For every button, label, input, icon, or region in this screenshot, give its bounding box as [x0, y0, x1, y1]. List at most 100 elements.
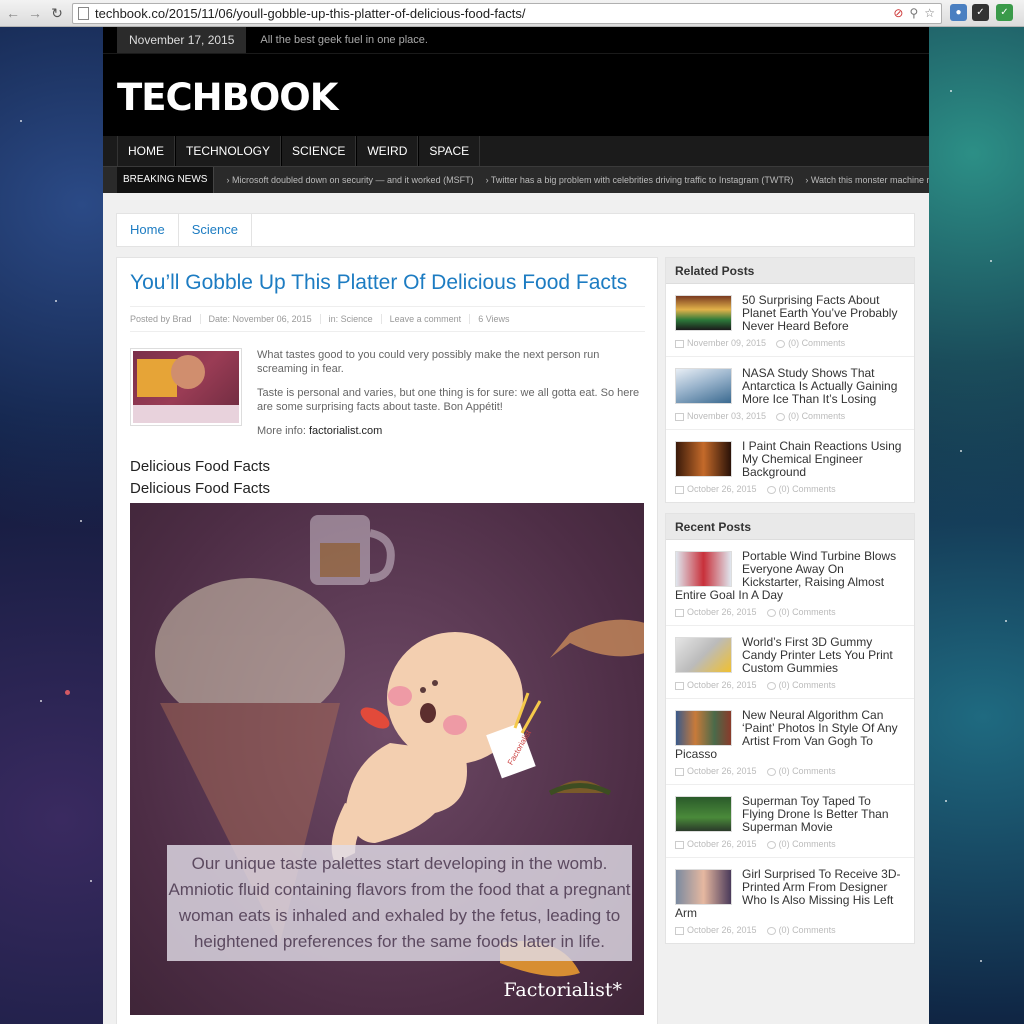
- extension-icon[interactable]: ✓: [972, 4, 989, 21]
- main-navigation: HOME TECHNOLOGY SCIENCE WEIRD SPACE: [103, 136, 929, 166]
- address-bar[interactable]: ⊘ ⚲ ☆: [72, 3, 942, 24]
- breadcrumb-science[interactable]: Science: [179, 214, 252, 246]
- shield-icon[interactable]: ✓: [996, 4, 1013, 21]
- bookmark-star-icon[interactable]: ☆: [924, 6, 935, 20]
- post-meta: October 26, 2015 (0) Comments: [675, 761, 905, 776]
- browser-toolbar: ← → ↻ ⊘ ⚲ ☆ ● ✓ ✓: [0, 0, 1024, 27]
- nav-science[interactable]: SCIENCE: [281, 136, 357, 166]
- infographic-image: Factorialist Our unique taste palettes s…: [130, 503, 644, 1015]
- list-item[interactable]: I Paint Chain Reactions Using My Chemica…: [666, 430, 914, 502]
- fish-icon: [550, 619, 644, 658]
- nav-home[interactable]: HOME: [117, 136, 175, 166]
- post-comments[interactable]: (0) Comments: [779, 680, 836, 690]
- post-thumbnail[interactable]: [675, 637, 732, 673]
- extension-icon[interactable]: ●: [950, 4, 967, 21]
- calendar-icon: [675, 339, 684, 348]
- comment-icon: [766, 840, 776, 849]
- post-comments[interactable]: (0) Comments: [779, 766, 836, 776]
- post-meta: October 26, 2015 (0) Comments: [675, 920, 905, 935]
- widget-heading: Related Posts: [666, 258, 914, 284]
- post-thumbnail[interactable]: [675, 441, 732, 477]
- post-thumbnail[interactable]: [675, 551, 732, 587]
- current-date: November 17, 2015: [117, 27, 247, 53]
- list-item[interactable]: Portable Wind Turbine Blows Everyone Awa…: [666, 540, 914, 626]
- nav-space[interactable]: SPACE: [418, 136, 481, 166]
- baby-illustration: Factorialist: [331, 632, 542, 863]
- post-thumbnail[interactable]: [675, 368, 732, 404]
- comment-icon: [766, 767, 776, 776]
- forward-icon[interactable]: →: [26, 4, 44, 22]
- post-thumbnail[interactable]: [675, 796, 732, 832]
- article-meta: Posted by Brad Date: November 06, 2015 i…: [130, 306, 645, 332]
- ticker-item[interactable]: › Twitter has a big problem with celebri…: [486, 175, 794, 185]
- intro-paragraph: Taste is personal and varies, but one th…: [257, 387, 640, 413]
- section-heading: Delicious Food Facts: [130, 458, 271, 475]
- post-comments[interactable]: (0) Comments: [779, 839, 836, 849]
- meta-date: Date: November 06, 2015: [201, 314, 321, 324]
- post-comments[interactable]: (0) Comments: [788, 338, 845, 348]
- sidebar: Related Posts 50 Surprising Facts About …: [665, 257, 915, 954]
- blocked-icon[interactable]: ⊘: [893, 6, 903, 20]
- widget-heading: Recent Posts: [666, 514, 914, 540]
- more-info-link[interactable]: factorialist.com: [309, 425, 382, 437]
- reload-icon[interactable]: ↻: [48, 4, 66, 22]
- article-thumbnail[interactable]: [130, 348, 242, 426]
- nav-technology[interactable]: TECHNOLOGY: [175, 136, 282, 166]
- post-comments[interactable]: (0) Comments: [779, 925, 836, 935]
- comment-icon: [766, 485, 776, 494]
- post-meta: November 03, 2015 (0) Comments: [675, 406, 905, 421]
- ticker-item[interactable]: › Microsoft doubled down on security — a…: [226, 175, 473, 185]
- meta-author[interactable]: Posted by Brad: [130, 314, 201, 324]
- article-title[interactable]: You’ll Gobble Up This Platter Of Delicio…: [130, 271, 627, 295]
- nav-weird[interactable]: WEIRD: [356, 136, 419, 166]
- back-icon[interactable]: ←: [4, 4, 22, 22]
- intro-paragraph: What tastes good to you could very possi…: [257, 349, 600, 375]
- calendar-icon: [675, 485, 684, 494]
- post-meta: October 26, 2015 (0) Comments: [675, 602, 905, 617]
- calendar-icon: [675, 681, 684, 690]
- post-meta: October 26, 2015 (0) Comments: [675, 479, 905, 494]
- comment-icon: [766, 608, 776, 617]
- web-page: November 17, 2015 All the best geek fuel…: [103, 27, 929, 1024]
- post-meta: October 26, 2015 (0) Comments: [675, 834, 905, 849]
- zoom-icon[interactable]: ⚲: [909, 6, 918, 20]
- list-item[interactable]: New Neural Algorithm Can ‘Paint’ Photos …: [666, 699, 914, 785]
- comment-icon: [766, 681, 776, 690]
- ticker-item[interactable]: › Watch this monster machine rip tre: [805, 175, 929, 185]
- site-header: TECHBOOK: [103, 53, 929, 136]
- list-item[interactable]: Girl Surprised To Receive 3D-Printed Arm…: [666, 858, 914, 943]
- more-info: More info: factorialist.com: [257, 424, 647, 438]
- comment-icon: [776, 339, 786, 348]
- meta-category[interactable]: in: Science: [321, 314, 382, 324]
- meta-views: 6 Views: [478, 314, 510, 324]
- post-comments[interactable]: (0) Comments: [779, 484, 836, 494]
- post-comments[interactable]: (0) Comments: [779, 607, 836, 617]
- post-date: November 09, 2015: [687, 338, 767, 348]
- post-date: October 26, 2015: [687, 839, 757, 849]
- post-comments[interactable]: (0) Comments: [788, 411, 845, 421]
- post-thumbnail[interactable]: [675, 710, 732, 746]
- factorialist-brand: Factorialist*: [503, 979, 622, 1001]
- post-date: October 26, 2015: [687, 484, 757, 494]
- url-input[interactable]: [95, 6, 875, 21]
- post-date: October 26, 2015: [687, 607, 757, 617]
- article-intro: What tastes good to you could very possi…: [257, 348, 647, 448]
- post-date: October 26, 2015: [687, 766, 757, 776]
- meta-comment-link[interactable]: Leave a comment: [382, 314, 471, 324]
- calendar-icon: [675, 926, 684, 935]
- breadcrumb-home[interactable]: Home: [117, 214, 179, 246]
- site-tagline: All the best geek fuel in one place.: [260, 34, 428, 46]
- post-thumbnail[interactable]: [675, 295, 732, 331]
- site-logo[interactable]: TECHBOOK: [117, 76, 338, 119]
- breaking-news-label: BREAKING NEWS: [117, 167, 215, 193]
- post-thumbnail[interactable]: [675, 869, 732, 905]
- calendar-icon: [675, 412, 684, 421]
- top-bar: November 17, 2015 All the best geek fuel…: [103, 27, 929, 53]
- list-item[interactable]: World’s First 3D Gummy Candy Printer Let…: [666, 626, 914, 699]
- post-date: October 26, 2015: [687, 925, 757, 935]
- list-item[interactable]: Superman Toy Taped To Flying Drone Is Be…: [666, 785, 914, 858]
- list-item[interactable]: 50 Surprising Facts About Planet Earth Y…: [666, 284, 914, 357]
- list-item[interactable]: NASA Study Shows That Antarctica Is Actu…: [666, 357, 914, 430]
- beer-mug-icon: [310, 515, 395, 585]
- post-date: November 03, 2015: [687, 411, 767, 421]
